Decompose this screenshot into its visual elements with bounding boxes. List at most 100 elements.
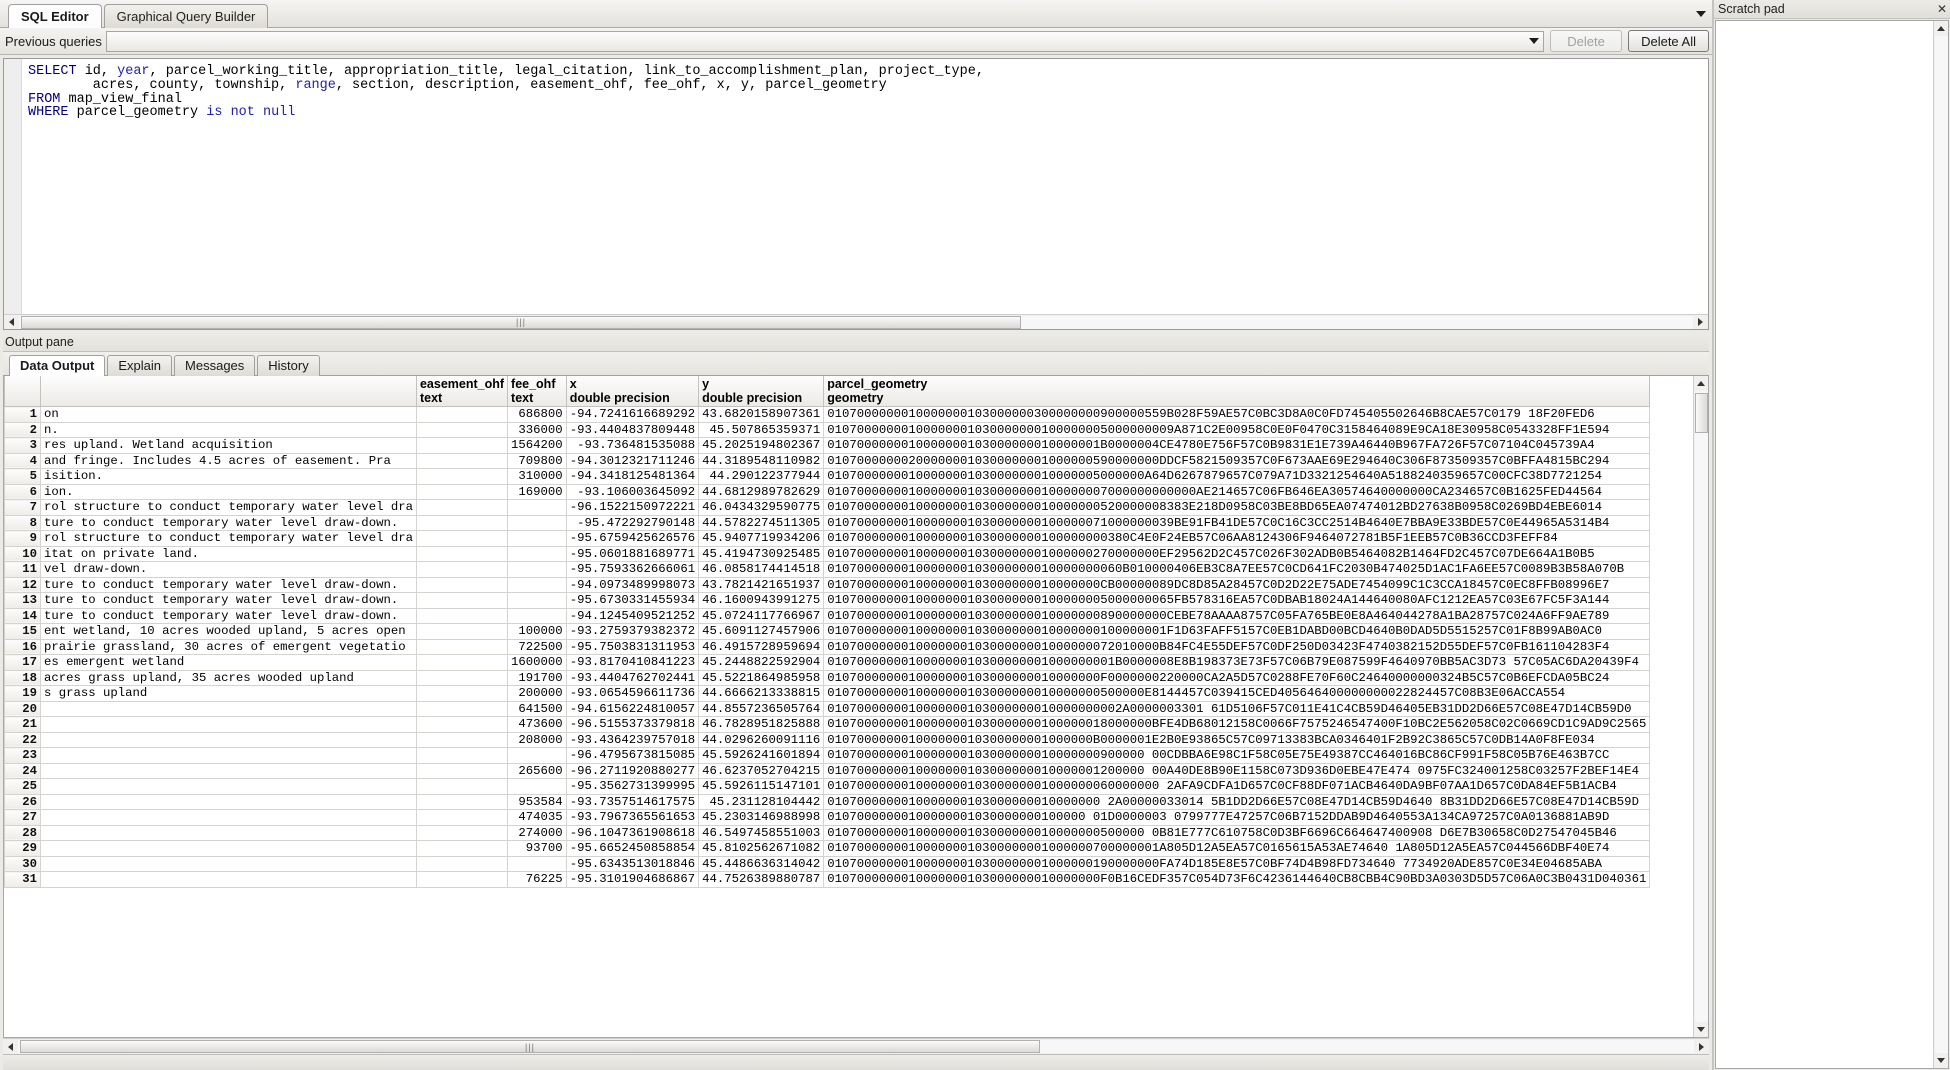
cell-fee-ohf[interactable] xyxy=(507,592,567,609)
cell-x[interactable]: -96.4795673815085 xyxy=(565,747,700,764)
cell-y[interactable]: 44.6812989782629 xyxy=(698,483,825,500)
column-header-blank[interactable] xyxy=(40,376,417,407)
cell-parcel-geometry[interactable]: 0107000000010000000103000000010000000520… xyxy=(823,499,1651,516)
cell-easement-ohf[interactable] xyxy=(415,592,509,609)
cell-description[interactable] xyxy=(40,716,417,733)
cell-fee-ohf[interactable]: 1600000 xyxy=(507,654,567,671)
table-row[interactable]: 17 es emergent wetland 1600000 -93.81704108… xyxy=(4,654,1651,671)
grid-hscroll-track[interactable]: ||| xyxy=(18,1040,1694,1053)
table-row[interactable]: 19 s grass upland 200000 -93.0654596611736 4… xyxy=(4,685,1651,702)
cell-parcel-geometry[interactable]: 0107000000010000000103000000010000007000… xyxy=(823,840,1651,857)
cell-y[interactable]: 45.5221864985958 xyxy=(698,669,825,686)
scratch-pad-vertical-scrollbar[interactable] xyxy=(1933,21,1948,1068)
cell-parcel-geometry[interactable]: 0107000000010000000103000000010000002700… xyxy=(823,545,1651,562)
close-icon[interactable]: ✕ xyxy=(1937,3,1947,15)
cell-parcel-geometry[interactable]: 0107000000010000000103000000010000000500… xyxy=(823,592,1651,609)
cell-parcel-geometry[interactable]: 0107000000010000000103000000010000000F00… xyxy=(823,669,1651,686)
cell-parcel-geometry[interactable]: 0107000000010000000103000000010000000CB0… xyxy=(823,576,1651,593)
row-number[interactable]: 22 xyxy=(4,731,41,748)
delete-button[interactable]: Delete xyxy=(1550,30,1623,52)
delete-all-button[interactable]: Delete All xyxy=(1628,30,1709,52)
cell-fee-ohf[interactable] xyxy=(507,561,567,578)
cell-y[interactable]: 46.4915728959694 xyxy=(698,638,825,655)
table-row[interactable]: 4 and fringe. Includes 4.5 acres of easem… xyxy=(4,452,1651,469)
cell-x[interactable]: -94.7241616689292 xyxy=(565,406,700,423)
table-row[interactable]: 30 -95.6343513018846 45.4486636314042 01070… xyxy=(4,855,1651,872)
cell-description[interactable]: ture to conduct temporary water level dr… xyxy=(40,514,417,531)
tab-data-output[interactable]: Data Output xyxy=(9,355,106,376)
cell-x[interactable]: -95.0601881689771 xyxy=(565,545,700,562)
cell-easement-ohf[interactable] xyxy=(415,716,509,733)
cell-parcel-geometry[interactable]: 0107000000010000000103000000010000001200… xyxy=(823,762,1651,779)
cell-fee-ohf[interactable] xyxy=(507,576,567,593)
cell-description[interactable]: prairie grassland, 30 acres of emergent … xyxy=(40,638,417,655)
previous-queries-combobox[interactable] xyxy=(105,30,1545,52)
cell-parcel-geometry[interactable]: 0107000000010000000103000000010000000500… xyxy=(823,421,1651,438)
cell-x[interactable]: -96.2711920880277 xyxy=(565,762,700,779)
row-number[interactable]: 21 xyxy=(4,716,41,733)
cell-x[interactable]: -94.6156224810057 xyxy=(565,700,700,717)
scratch-pad-body[interactable] xyxy=(1715,20,1949,1069)
cell-y[interactable]: 44.3189548110982 xyxy=(698,452,825,469)
cell-description[interactable]: acres grass upland, 35 acres wooded upla… xyxy=(40,669,417,686)
table-row[interactable]: 14 ture to conduct temporary water level … xyxy=(4,607,1651,624)
table-row[interactable]: 27 474035 -93.7967365561653 45.230314698899… xyxy=(4,809,1651,826)
cell-description[interactable]: vel draw-down. xyxy=(40,561,417,578)
row-number[interactable]: 7 xyxy=(4,499,41,516)
row-number[interactable]: 30 xyxy=(4,855,41,872)
table-row[interactable]: 6 ion. 169000 -93.106003645092 44.6812989782… xyxy=(4,483,1651,500)
column-header-fee_ohf[interactable]: fee_ohf text xyxy=(507,376,567,407)
cell-description[interactable]: isition. xyxy=(40,468,417,485)
cell-y[interactable]: 46.0434329590775 xyxy=(698,499,825,516)
cell-x[interactable]: -95.6759425626576 xyxy=(565,530,700,547)
cell-y[interactable]: 45.231128104442 xyxy=(698,793,825,810)
cell-easement-ohf[interactable] xyxy=(415,514,509,531)
cell-parcel-geometry[interactable]: 0107000000010000000103000000010000000890… xyxy=(823,607,1651,624)
cell-fee-ohf[interactable]: 76225 xyxy=(507,871,567,888)
table-row[interactable]: 21 473600 -96.5155373379818 46.782895182588… xyxy=(4,716,1651,733)
cell-parcel-geometry[interactable]: 0107000000010000000103000000010000007100… xyxy=(823,514,1651,531)
cell-y[interactable]: 46.6237052704215 xyxy=(698,762,825,779)
cell-x[interactable]: -93.736481535088 xyxy=(565,437,700,454)
cell-easement-ohf[interactable] xyxy=(415,871,509,888)
cell-y[interactable]: 43.6820158907361 xyxy=(698,406,825,423)
cell-fee-ohf[interactable]: 93700 xyxy=(507,840,567,857)
cell-y[interactable]: 43.7821421651937 xyxy=(698,576,825,593)
cell-easement-ohf[interactable] xyxy=(415,623,509,640)
grid-vscroll-track[interactable] xyxy=(1694,391,1708,1022)
cell-easement-ohf[interactable] xyxy=(415,638,509,655)
chevron-down-icon[interactable] xyxy=(1690,1,1712,27)
cell-x[interactable]: -93.4404762702441 xyxy=(565,669,700,686)
row-number[interactable]: 6 xyxy=(4,483,41,500)
scroll-right-icon[interactable] xyxy=(1694,1040,1709,1053)
row-number[interactable]: 16 xyxy=(4,638,41,655)
chevron-down-icon[interactable] xyxy=(1525,32,1543,51)
editor-horizontal-scrollbar[interactable]: ||| xyxy=(4,314,1708,329)
cell-parcel-geometry[interactable]: 0107000000010000000103000000010000005000… xyxy=(823,468,1651,485)
cell-easement-ohf[interactable] xyxy=(415,747,509,764)
cell-y[interactable]: 46.1600943991275 xyxy=(698,592,825,609)
cell-parcel-geometry[interactable]: 0107000000010000000103000000010000000720… xyxy=(823,638,1651,655)
cell-description[interactable] xyxy=(40,855,417,872)
cell-x[interactable]: -93.106003645092 xyxy=(565,483,700,500)
row-number[interactable]: 23 xyxy=(4,747,41,764)
cell-x[interactable]: -93.0654596611736 xyxy=(565,685,700,702)
cell-fee-ohf[interactable]: 100000 xyxy=(507,623,567,640)
cell-y[interactable]: 45.5926115147101 xyxy=(698,778,825,795)
cell-x[interactable]: -96.5155373379818 xyxy=(565,716,700,733)
row-number[interactable]: 8 xyxy=(4,514,41,531)
scratch-pad-textarea[interactable] xyxy=(1716,21,1933,1068)
column-header-parcel_geometry[interactable]: parcel_geometry geometry xyxy=(823,376,1651,407)
cell-x[interactable]: -95.6652450858854 xyxy=(565,840,700,857)
cell-fee-ohf[interactable]: 191700 xyxy=(507,669,567,686)
table-row[interactable]: 1 on 686800 -94.7241616689292 43.68201589073… xyxy=(4,406,1651,423)
scroll-up-icon[interactable] xyxy=(1935,21,1948,36)
cell-y[interactable]: 44.0296260091116 xyxy=(698,731,825,748)
cell-fee-ohf[interactable] xyxy=(507,607,567,624)
cell-x[interactable]: -96.1522150972221 xyxy=(565,499,700,516)
cell-easement-ohf[interactable] xyxy=(415,778,509,795)
cell-fee-ohf[interactable] xyxy=(507,514,567,531)
cell-description[interactable]: res upland. Wetland acquisition xyxy=(40,437,417,454)
cell-y[interactable]: 44.8557236505764 xyxy=(698,700,825,717)
cell-fee-ohf[interactable]: 265600 xyxy=(507,762,567,779)
